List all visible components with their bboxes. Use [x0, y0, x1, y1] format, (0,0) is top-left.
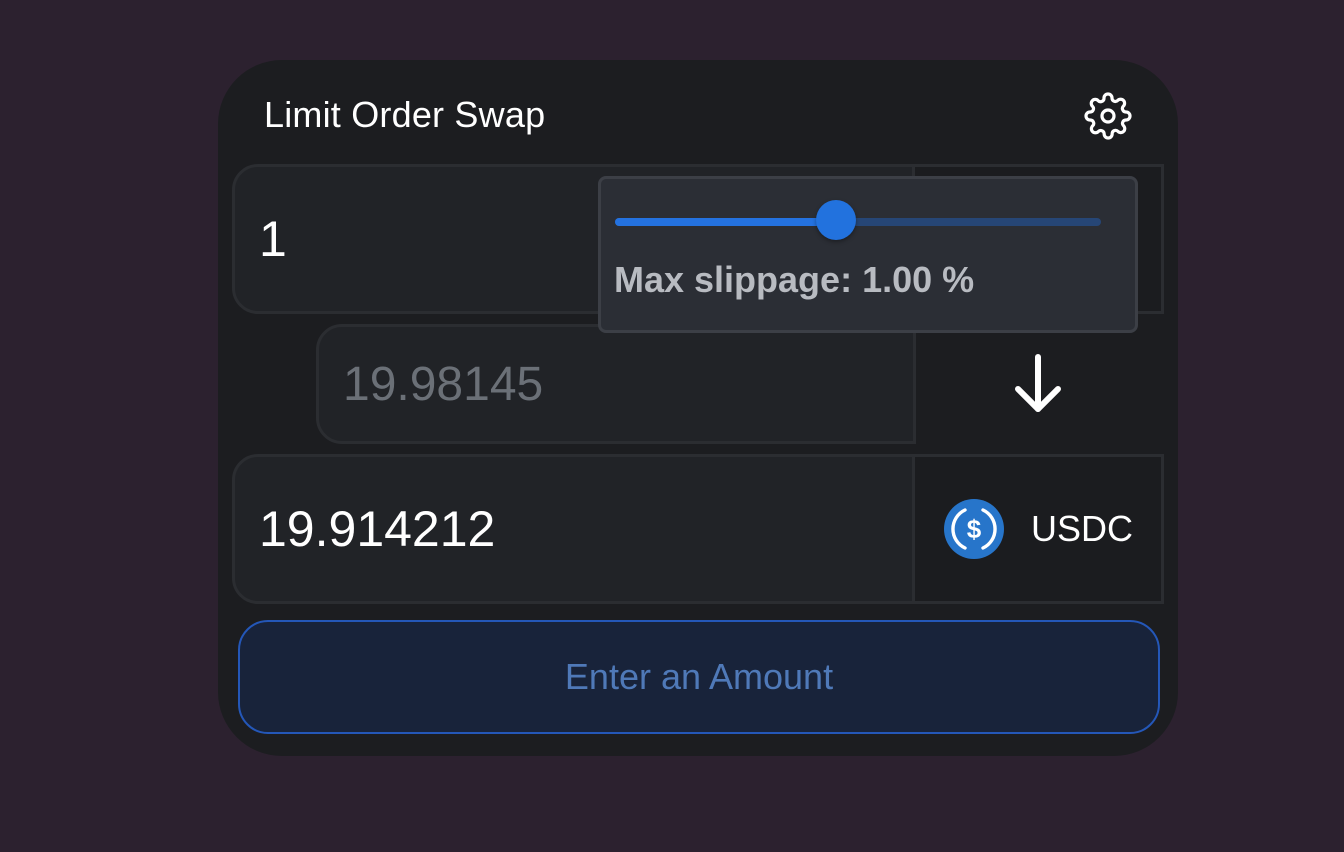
gear-icon[interactable]	[1084, 92, 1132, 140]
max-slippage-label: Max slippage: 1.00 %	[614, 259, 975, 300]
slippage-popover: Max slippage: 1.00 %	[598, 176, 1138, 333]
output-amount-value: 19.914212	[259, 501, 496, 557]
swap-direction-button[interactable]	[912, 324, 1164, 444]
swap-card: Limit Order Swap 1 19.98145 19.914212 $	[218, 60, 1178, 756]
output-token-symbol: USDC	[1031, 508, 1134, 549]
slippage-slider[interactable]	[615, 218, 1101, 226]
page-title: Limit Order Swap	[264, 94, 546, 135]
limit-rate-placeholder: 19.98145	[343, 357, 544, 411]
output-token-selector[interactable]: $ USDC	[912, 454, 1164, 604]
slippage-slider-fill	[615, 218, 837, 226]
input-amount-value: 1	[259, 211, 287, 267]
output-amount-field[interactable]: 19.914212	[232, 454, 916, 604]
limit-rate-field[interactable]: 19.98145	[316, 324, 916, 444]
arrow-down-icon	[1015, 354, 1061, 412]
usdc-logo-icon: $	[943, 498, 1005, 560]
slippage-slider-thumb[interactable]	[816, 200, 857, 240]
svg-text:$: $	[967, 514, 982, 544]
enter-amount-button[interactable]: Enter an Amount	[238, 620, 1160, 734]
